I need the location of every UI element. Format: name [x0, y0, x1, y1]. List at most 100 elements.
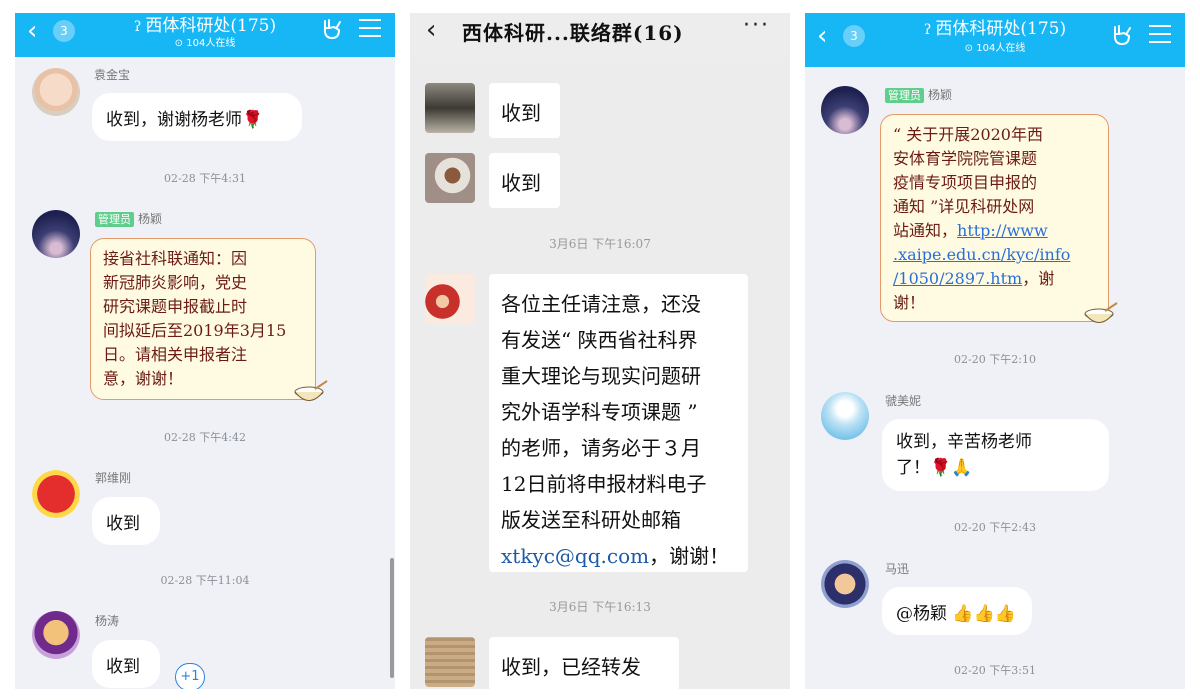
thumbs-up-emoji-icon: 👍👍👍: [952, 604, 1016, 624]
avatar[interactable]: [32, 210, 80, 258]
message-bubble[interactable]: 收到: [92, 640, 160, 688]
message-line: 究外语学科专项课题 ”: [501, 400, 698, 424]
message-line: 收到，辛苦杨老师: [896, 432, 1032, 452]
online-icon: ⊙: [174, 38, 184, 49]
qq-chat-panel-left: ‹ 3 ʔ 西体科研处(175) ⊙ 104人在线 袁金宝 收到，谢谢杨老师🌹 0…: [15, 13, 395, 689]
scrollbar[interactable]: [390, 558, 394, 678]
message-line: 新冠肺炎影响，党史: [103, 273, 248, 292]
url-link[interactable]: .xaipe.edu.cn/kyc/info: [893, 245, 1070, 264]
announcement-bubble[interactable]: 接省社科联通知：因 新冠肺炎影响，党史 研究课题申报截止时 间拟延后至2019年…: [90, 238, 316, 400]
avatar[interactable]: [425, 83, 475, 133]
message-line: 间拟延后至2019年3月15: [103, 321, 287, 340]
message-bubble[interactable]: 收到，辛苦杨老师 了！🌹🙏: [882, 419, 1109, 491]
more-options-icon[interactable]: ···: [743, 13, 770, 38]
avatar[interactable]: [425, 274, 475, 324]
message-bubble[interactable]: @杨颖 👍👍👍: [882, 587, 1032, 635]
timestamp: 3月6日 下午16:13: [549, 600, 651, 614]
chat-header: ‹ 3 ʔ 西体科研处(175) ⊙ 104人在线: [15, 13, 395, 57]
avatar[interactable]: [821, 86, 869, 134]
sender-name: 虢美妮: [885, 394, 922, 408]
message-line: 各位主任请注意，还没: [501, 292, 701, 316]
avatar[interactable]: [821, 392, 869, 440]
avatar[interactable]: [425, 153, 475, 203]
sender-name: 管理员 杨颖: [95, 210, 162, 227]
url-link[interactable]: /1050/2897.htm: [893, 269, 1022, 288]
announcement-bubble[interactable]: “ 关于开展2020年西 安体育学院院管课题 疫情专项项目申报的 通知 ”详见科…: [880, 114, 1109, 322]
admin-tag: 管理员: [95, 212, 134, 227]
timestamp: 02-28 下午4:42: [164, 431, 246, 444]
rose-emoji-icon: 🌹: [242, 110, 264, 130]
online-text: 104人在线: [186, 38, 236, 49]
sender-name: 杨涛: [95, 614, 120, 628]
back-arrow-icon[interactable]: ‹: [426, 15, 436, 45]
hand-gesture-icon[interactable]: [321, 18, 343, 40]
online-text: 104人在线: [976, 43, 1026, 54]
pray-emoji-icon: 🙏: [951, 458, 973, 478]
message-tail: ，谢谢！: [649, 544, 730, 568]
message-line: 日。请相关申报者注: [103, 345, 248, 364]
sender-name: 马迅: [885, 562, 910, 576]
timestamp: 3月6日 下午16:07: [549, 237, 651, 251]
group-title[interactable]: 西体科研...联络群(16): [462, 17, 684, 46]
message-bubble[interactable]: 收到: [489, 83, 560, 138]
message-line: 版发送至科研处邮箱: [501, 508, 681, 532]
bowl-decoration-icon: [1084, 302, 1118, 323]
menu-icon[interactable]: [1149, 25, 1171, 45]
message-line: 研究课题申报截止时: [103, 297, 248, 316]
avatar[interactable]: [821, 560, 869, 608]
message-line: 有发送“ 陕西省社科界: [501, 328, 698, 352]
message-line: 意，谢谢！: [103, 369, 184, 388]
sender-name-text: 杨颖: [138, 212, 163, 226]
message-bubble[interactable]: 收到，已经转发: [489, 637, 679, 689]
hand-gesture-icon[interactable]: [1111, 24, 1133, 46]
ear-icon: ʔ: [133, 19, 142, 35]
message-line: 通知 ”详见科研处网: [893, 197, 1035, 216]
wechat-chat-panel-middle: ‹ 西体科研...联络群(16) ··· 收到 收到 3月6日 下午16:07 …: [410, 13, 790, 689]
message-text: 了！: [896, 458, 930, 478]
message-line: 疫情专项项目申报的: [893, 173, 1038, 192]
message-bubble[interactable]: 各位主任请注意，还没 有发送“ 陕西省社科界 重大理论与现实问题研 究外语学科专…: [489, 274, 748, 572]
email-link[interactable]: xtkyc@qq.com: [501, 544, 649, 568]
avatar[interactable]: [425, 637, 475, 687]
message-line: “ 关于开展2020年西: [893, 125, 1043, 144]
plus-one-button[interactable]: +1: [175, 663, 205, 689]
mention-text: @杨颖: [896, 604, 947, 624]
message-line: 接省社科联通知：因: [103, 249, 248, 268]
sender-name: 郭维刚: [95, 471, 132, 485]
timestamp: 02-20 下午2:43: [954, 521, 1036, 534]
message-line: 12日前将申报材料电子: [501, 472, 707, 496]
sender-name-text: 杨颖: [928, 88, 953, 102]
group-title-text: 西体科研处(175): [145, 16, 277, 36]
message-bubble[interactable]: 收到，谢谢杨老师🌹: [92, 93, 302, 141]
online-icon: ⊙: [964, 43, 974, 54]
chat-header: ‹ 3 ʔ 西体科研处(175) ⊙ 104人在线: [805, 13, 1185, 67]
message-line: xtkyc@qq.com，谢谢！: [501, 538, 736, 574]
qq-chat-panel-right: ‹ 3 ʔ 西体科研处(175) ⊙ 104人在线 管理员 杨颖 “ 关于开展202…: [805, 13, 1185, 689]
message-line: 谢！: [893, 293, 926, 312]
message-line: .xaipe.edu.cn/kyc/info: [893, 243, 1096, 267]
avatar[interactable]: [32, 470, 80, 518]
bowl-decoration-icon: [294, 380, 328, 401]
timestamp: 02-28 下午4:31: [164, 172, 246, 185]
message-line: 站通知，http://www: [893, 219, 1096, 243]
message-line: /1050/2897.htm，谢: [893, 267, 1096, 291]
group-title-text: 西体科研处(175): [935, 19, 1067, 39]
url-link[interactable]: http://www: [957, 221, 1048, 240]
message-line: 的老师，请务必于３月: [501, 436, 701, 460]
message-bubble[interactable]: 收到: [489, 153, 560, 208]
menu-icon[interactable]: [359, 19, 381, 39]
message-bubble[interactable]: 收到: [92, 497, 160, 545]
timestamp: 02-20 下午2:10: [954, 353, 1036, 366]
ear-icon: ʔ: [923, 22, 932, 38]
rose-emoji-icon: 🌹: [930, 458, 952, 478]
message-line: 重大理论与现实问题研: [501, 364, 701, 388]
message-line: 安体育学院院管课题: [893, 149, 1038, 168]
admin-tag: 管理员: [885, 88, 924, 103]
avatar[interactable]: [32, 611, 80, 659]
avatar[interactable]: [32, 68, 80, 116]
message-text: 收到，谢谢杨老师: [106, 110, 242, 130]
timestamp: 02-28 下午11:04: [160, 574, 250, 587]
message-text: 站通知，: [893, 221, 958, 240]
message-line: 了！🌹🙏: [896, 455, 1095, 481]
timestamp: 02-20 下午3:51: [954, 664, 1036, 677]
